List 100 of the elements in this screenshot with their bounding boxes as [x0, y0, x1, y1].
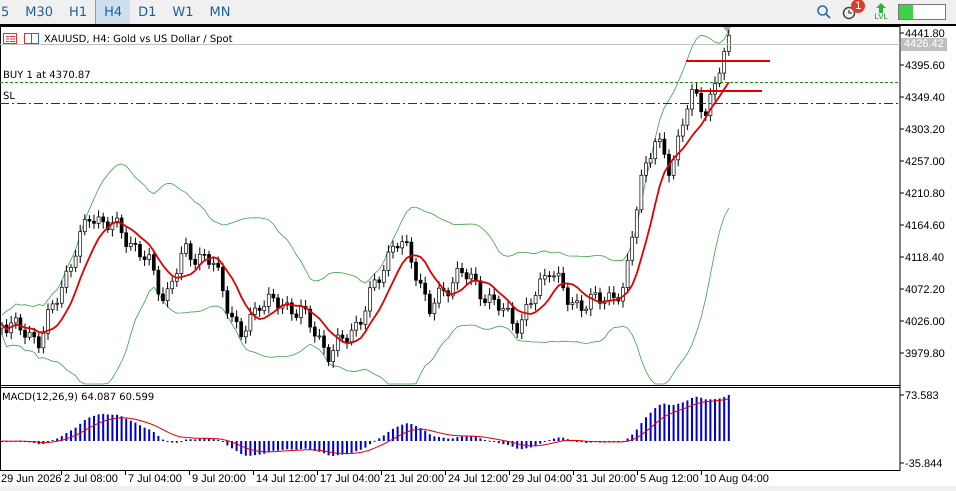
histogram-bar: [396, 426, 399, 441]
histogram-bar: [309, 441, 312, 450]
time-label: 29 Jun 2026: [1, 473, 62, 485]
histogram-bar: [157, 436, 160, 441]
histogram-bar: [249, 441, 252, 456]
timeframe-tab[interactable]: H1: [61, 0, 96, 24]
timeframe-tab[interactable]: H4: [95, 0, 130, 24]
histogram-bar: [38, 441, 40, 444]
histogram-bar: [382, 435, 385, 441]
histogram-bar: [144, 428, 146, 441]
alerts-button[interactable]: 1: [842, 3, 864, 21]
histogram-bar: [60, 436, 63, 441]
histogram-bar: [125, 418, 128, 441]
histogram-bar: [226, 441, 228, 446]
time-label: 7 Jul 04:00: [128, 473, 182, 485]
stop-loss-label: SL: [3, 91, 15, 102]
window-icon[interactable]: [24, 33, 39, 44]
time-label: 29 Jul 04:00: [512, 473, 572, 485]
time-label: 10 Aug 04:00: [704, 473, 769, 485]
histogram-bar: [111, 414, 114, 441]
histogram-bar: [502, 441, 504, 444]
histogram-bar: [428, 434, 431, 441]
bid-price-tag: 4426.42: [901, 38, 947, 51]
histogram-bar: [723, 396, 726, 441]
histogram-bar: [534, 441, 537, 446]
histogram-bar: [401, 424, 404, 441]
histogram-bar: [696, 396, 698, 441]
histogram-bar: [258, 441, 261, 455]
histogram-bar: [84, 420, 86, 441]
histogram-bar: [240, 441, 242, 454]
histogram-bar: [88, 417, 90, 441]
price-label: 4441.80: [905, 28, 945, 40]
price-label: 4072.20: [905, 284, 945, 296]
search-icon[interactable]: [816, 4, 832, 20]
histogram-bar: [631, 434, 634, 441]
timeframe-tab[interactable]: 5: [0, 0, 18, 24]
indicator-label: MACD(12,26,9) 64.087 60.599: [2, 392, 154, 403]
histogram-bar: [558, 437, 560, 441]
histogram-bar: [650, 412, 652, 441]
time-label: 2 Jul 08:00: [64, 473, 118, 485]
chart-title: XAUUSD, H4: Gold vs US Dollar / Spot: [44, 34, 233, 45]
histogram-bar: [295, 441, 298, 450]
histogram-bar: [640, 423, 642, 441]
time-label: 21 Jul 20:00: [384, 473, 444, 485]
histogram-bar: [663, 404, 666, 441]
histogram-bar: [520, 441, 523, 450]
histogram-bar: [332, 441, 334, 456]
time-label: 5 Aug 12:00: [640, 473, 699, 485]
time-label: 14 Jul 12:00: [256, 473, 316, 485]
histogram-bar: [420, 428, 422, 441]
histogram-bar: [433, 436, 436, 441]
histogram-bar: [378, 438, 380, 441]
histogram-bar: [512, 441, 514, 447]
timeframe-tab[interactable]: M30: [17, 0, 62, 24]
triangle-icon: [723, 27, 731, 32]
histogram-bar: [636, 430, 638, 441]
histogram-bar: [98, 414, 100, 441]
order-label: BUY 1 at 4370.87: [3, 70, 91, 81]
histogram-bar: [65, 433, 68, 441]
histogram-bar: [268, 441, 270, 452]
histogram-bar: [709, 399, 712, 441]
price-label: 4164.60: [905, 220, 945, 232]
histogram-bar: [718, 398, 721, 441]
histogram-bar: [700, 398, 702, 441]
timeframe-tab[interactable]: D1: [130, 0, 164, 24]
price-label: 4303.20: [905, 124, 945, 136]
histogram-bar: [360, 441, 362, 450]
histogram-bar: [677, 404, 680, 441]
time-label: 17 Jul 04:00: [320, 473, 380, 485]
histogram-bar: [272, 441, 274, 451]
histogram-bar: [152, 432, 155, 441]
timeframe-tab[interactable]: W1: [164, 0, 202, 24]
price-label: 4118.40: [905, 252, 944, 264]
histogram-bar: [42, 441, 44, 444]
histogram-bar: [236, 441, 238, 451]
histogram-bar: [387, 432, 390, 441]
time-label: 9 Jul 20:00: [192, 473, 246, 485]
histogram-bar: [562, 438, 564, 441]
histogram-bar: [654, 408, 656, 441]
histogram-bar: [474, 436, 477, 441]
price-label: 4026.00: [905, 316, 945, 328]
lvl-button[interactable]: LVL: [874, 3, 888, 21]
price-label: 4210.80: [905, 188, 945, 200]
histogram-bar: [106, 414, 109, 441]
histogram-bar: [525, 441, 528, 448]
histogram-bar: [728, 395, 730, 441]
histogram-bar: [290, 441, 293, 450]
histogram-bar: [350, 441, 353, 453]
histogram-bar: [102, 414, 104, 441]
price-label: 4257.00: [905, 156, 945, 168]
histogram-bar: [341, 441, 344, 455]
timeframe-tab[interactable]: MN: [202, 0, 238, 24]
list-icon[interactable]: [3, 33, 17, 44]
histogram-bar: [130, 420, 132, 441]
histogram-bar: [686, 400, 688, 441]
histogram-bar: [198, 438, 201, 441]
histogram-bar: [410, 424, 412, 441]
histogram-bar: [328, 441, 330, 456]
time-label: 24 Jul 12:00: [448, 473, 508, 485]
histogram-bar: [203, 438, 206, 441]
